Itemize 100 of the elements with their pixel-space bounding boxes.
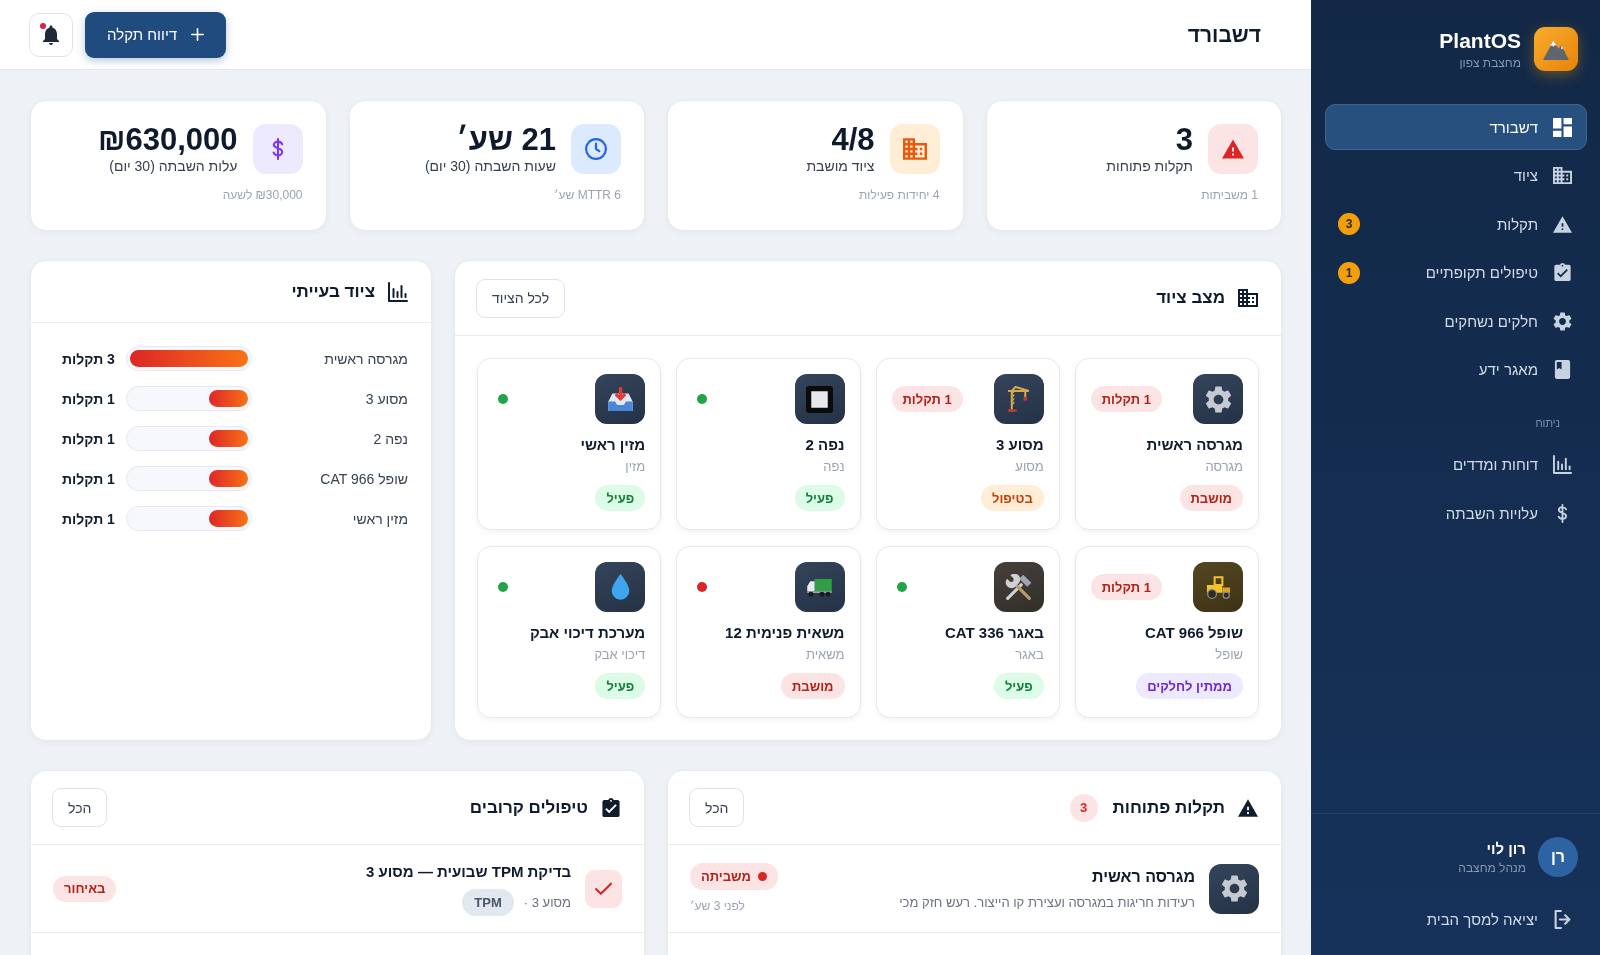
- stat-value: 4/8: [831, 123, 875, 157]
- stat-note: 1 משביתות: [1201, 187, 1258, 203]
- user-role: מנהל מחצבה: [1458, 859, 1526, 876]
- equipment-card[interactable]: באגר CAT 336 באגר פעיל: [875, 546, 1060, 718]
- tractor-icon: [1193, 562, 1243, 612]
- clipboard-check-icon: [601, 797, 621, 818]
- sidebar-item[interactable]: חלקים נשחקים: [1325, 298, 1587, 344]
- stat-label: עלות השבתה (30 יום): [109, 157, 238, 175]
- stat-note: ₪30,000 לשעה: [222, 187, 303, 203]
- equipment-name: שופל CAT 966: [1144, 623, 1243, 643]
- count-badge: 1: [1338, 261, 1360, 284]
- equipment-name: מסוע 3: [996, 435, 1044, 455]
- sidebar-item[interactable]: דשבורד: [1325, 104, 1587, 150]
- fault-count-badge: 1 תקלות: [891, 386, 963, 412]
- site-name: מחצבת צפון: [1459, 54, 1521, 71]
- panel-title: ציוד בעייתי: [291, 281, 375, 302]
- warning-icon: [1238, 797, 1258, 818]
- plus-icon: [191, 28, 205, 41]
- panel-title: תקלות פתוחות: [1112, 797, 1225, 818]
- equipment-name: באגר CAT 336: [945, 623, 1044, 643]
- equipment-card[interactable]: מזין ראשי מזין פעיל: [477, 358, 662, 530]
- inbox-tray-icon: [595, 374, 646, 424]
- fault-count-badge: 1 תקלות: [1090, 574, 1162, 600]
- truck-icon: [794, 562, 845, 612]
- equipment-name: מסוע 3: [364, 390, 408, 407]
- equipment-card[interactable]: משאית פנימית 12 משאית מושבת: [676, 546, 861, 718]
- category-tag: TPM: [462, 888, 514, 916]
- warning-icon: [1553, 214, 1572, 234]
- fault-time: לפני 3 שע׳: [690, 898, 745, 914]
- sidebar-item[interactable]: ציוד: [1325, 152, 1587, 199]
- equipment-card[interactable]: 1 תקלות שופל CAT 966 שופל ממתין לחלקים: [1074, 546, 1259, 718]
- mountain-logo-icon: [1534, 27, 1578, 71]
- stat-note: MTTR 6 שע׳: [553, 187, 621, 203]
- sidebar-item[interactable]: מאגר ידע: [1325, 346, 1587, 393]
- building-icon: [1238, 288, 1258, 308]
- report-fault-button[interactable]: דיווח תקלה: [85, 11, 227, 58]
- fault-description: רעידות חריגות במגרסה ועצירת קו הייצור. רעש חזק מכי: [899, 893, 1195, 911]
- crane-icon: [993, 374, 1044, 424]
- fault-count: 3 תקלות: [62, 350, 116, 367]
- status-badge: מושבת: [781, 673, 845, 699]
- notifications-button[interactable]: [29, 12, 73, 57]
- gear-icon: [1553, 311, 1572, 331]
- status-badge: פעיל: [595, 673, 646, 699]
- fault-title[interactable]: מגרסה ראשית: [1092, 866, 1195, 887]
- tools-icon: [993, 562, 1044, 612]
- user-avatar: רן: [1538, 837, 1578, 877]
- gear-icon: [1193, 374, 1243, 424]
- equipment-card[interactable]: נפה 2 נפה פעיל: [676, 358, 861, 530]
- equipment-name: משאית פנימית 12: [725, 623, 845, 643]
- all-equipment-button[interactable]: לכל הציוד: [476, 278, 566, 318]
- status-badge: פעיל: [993, 673, 1044, 699]
- equipment-type: משאית: [805, 646, 845, 664]
- bell-icon: [43, 24, 59, 45]
- equipment-type: מגרסה: [1205, 458, 1243, 476]
- warning-icon: [1208, 124, 1258, 174]
- equipment-name: מגרסה ראשית: [1146, 435, 1243, 455]
- equipment-name: מזין ראשי: [351, 510, 408, 527]
- equipment-name: מסוע 3 ·: [523, 893, 571, 911]
- dashboard-icon: [1553, 117, 1572, 137]
- fault-count-badge: 1 תקלות: [1090, 386, 1162, 412]
- equipment-name: מערכת דיכוי אבק: [530, 623, 646, 643]
- equipment-card[interactable]: 1 תקלות מגרסה ראשית מגרסה מושבת: [1074, 358, 1259, 530]
- bar-chart-icon: [1553, 455, 1572, 474]
- sidebar-item[interactable]: דוחות ומדדים: [1325, 441, 1587, 488]
- fault-count: 1 תקלות: [62, 390, 116, 407]
- equipment-card[interactable]: 1 תקלות מסוע 3 מסוע בטיפול: [875, 358, 1060, 530]
- stat-value: ₪630,000: [98, 123, 238, 157]
- page-title: דשבורד: [1187, 22, 1261, 47]
- building-icon: [1553, 166, 1572, 185]
- panel-title: מצב ציוד: [1156, 288, 1225, 308]
- status-badge: פעיל: [595, 485, 646, 511]
- clock-icon: [571, 124, 621, 174]
- view-all-button[interactable]: הכל: [52, 788, 108, 827]
- sidebar-item[interactable]: עלויות השבתה: [1325, 490, 1587, 536]
- view-all-button[interactable]: הכל: [689, 788, 745, 827]
- user-name: רון לוי: [1486, 838, 1526, 858]
- status-badge: ממתין לחלקים: [1136, 673, 1243, 699]
- panel-title: טיפולים קרובים: [469, 797, 588, 818]
- droplet-icon: [595, 562, 646, 612]
- fault-count: 1 תקלות: [62, 470, 116, 487]
- status-badge: מושבת: [1179, 485, 1243, 511]
- equipment-name: נפה 2: [805, 435, 845, 455]
- stat-label: ציוד מושבת: [806, 157, 875, 175]
- maintenance-title[interactable]: בדיקת TPM שבועית — מסוע 3: [366, 861, 571, 882]
- stat-note: 4 יחידות פעילות: [859, 187, 940, 203]
- equipment-type: דיכוי אבק: [594, 646, 646, 664]
- equipment-type: נפה: [823, 458, 845, 476]
- status-badge: באיחור: [53, 875, 117, 902]
- logout-link[interactable]: יציאה למסך הבית: [1426, 899, 1572, 939]
- stat-value: 3: [1175, 123, 1193, 157]
- equipment-name: מגרסה ראשית: [323, 350, 408, 367]
- bar-chart-icon: [388, 281, 408, 302]
- count-badge: 3: [1338, 213, 1360, 235]
- app-name: PlantOS: [1439, 27, 1521, 54]
- severity-label: משביתה: [701, 869, 751, 884]
- clipboard-check-icon: [1553, 263, 1572, 282]
- status-badge: בטיפול: [981, 485, 1044, 511]
- equipment-card[interactable]: מערכת דיכוי אבק דיכוי אבק פעיל: [477, 546, 662, 718]
- gear-icon: [1209, 863, 1259, 914]
- equipment-type: באגר: [1015, 646, 1044, 664]
